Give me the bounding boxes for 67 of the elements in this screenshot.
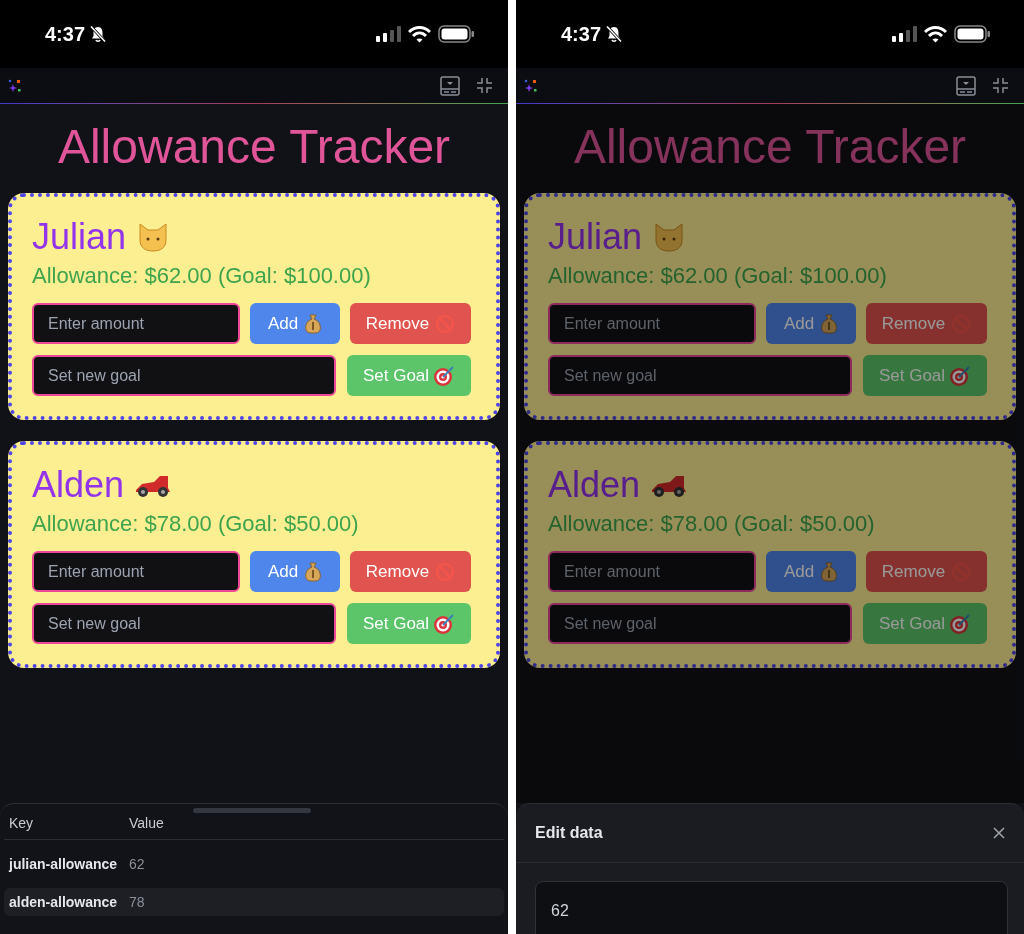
set-goal-button[interactable]: Set Goal bbox=[347, 603, 471, 644]
kid-name: Julian bbox=[548, 217, 643, 257]
target-icon bbox=[433, 612, 456, 635]
goal-field[interactable]: Set new goal bbox=[548, 355, 852, 396]
wifi-icon bbox=[924, 25, 947, 43]
column-header: Key bbox=[8, 814, 35, 833]
signal-icon bbox=[892, 26, 917, 42]
signal-icon bbox=[376, 26, 401, 42]
add-button[interactable]: Add bbox=[250, 303, 340, 344]
money-bag-icon bbox=[820, 561, 839, 582]
key-cell-text: alden-allowance bbox=[8, 892, 119, 912]
amount-field[interactable]: Enter amount bbox=[32, 551, 240, 592]
allowance-text: Allowance: $62.00 (Goal: $100.00) bbox=[32, 262, 372, 290]
amount-field[interactable]: Enter amount bbox=[548, 303, 756, 344]
data-row[interactable]: julian-allowance 62 bbox=[4, 850, 504, 878]
target-icon bbox=[949, 612, 972, 635]
status-time: 4:37 bbox=[561, 22, 602, 47]
battery-icon bbox=[438, 25, 475, 43]
data-row[interactable]: alden-allowance 78 bbox=[4, 888, 504, 916]
sparkle-icon bbox=[524, 78, 537, 93]
collapse-icon bbox=[476, 77, 493, 94]
money-bag-icon bbox=[820, 313, 839, 334]
value-cell-text: 62 bbox=[129, 854, 145, 874]
allowance-text: Allowance: $78.00 (Goal: $50.00) bbox=[548, 510, 876, 538]
remove-button[interactable]: Remove bbox=[350, 303, 471, 344]
status-time: 4:37 bbox=[45, 22, 86, 47]
allowance-text: Allowance: $78.00 (Goal: $50.00) bbox=[32, 510, 360, 538]
remove-button[interactable]: Remove bbox=[350, 551, 471, 592]
amount-field[interactable]: Enter amount bbox=[32, 303, 240, 344]
remove-button[interactable]: Remove bbox=[866, 551, 987, 592]
goal-field[interactable]: Set new goal bbox=[548, 603, 852, 644]
sparkle-icon bbox=[8, 78, 21, 93]
set-goal-button[interactable]: Set Goal bbox=[863, 355, 987, 396]
value-cell-text: 78 bbox=[129, 892, 145, 912]
panel-icon bbox=[440, 75, 460, 96]
allowance-text: Allowance: $62.00 (Goal: $100.00) bbox=[548, 262, 888, 290]
add-button[interactable]: Add bbox=[766, 303, 856, 344]
set-goal-button[interactable]: Set Goal bbox=[347, 355, 471, 396]
app-title: Allowance Tracker bbox=[572, 119, 968, 175]
bell-slash-icon bbox=[89, 25, 108, 43]
goal-field[interactable]: Set new goal bbox=[32, 355, 336, 396]
close-icon bbox=[993, 827, 1005, 839]
kid-name: Julian bbox=[32, 217, 127, 257]
kid-name: Alden bbox=[548, 465, 641, 505]
bell-slash-icon bbox=[605, 25, 624, 43]
wifi-icon bbox=[408, 25, 431, 43]
add-button[interactable]: Add bbox=[250, 551, 340, 592]
remove-button[interactable]: Remove bbox=[866, 303, 987, 344]
target-icon bbox=[433, 364, 456, 387]
money-bag-icon bbox=[304, 561, 323, 582]
target-icon bbox=[949, 364, 972, 387]
column-header: Value bbox=[129, 814, 164, 833]
value-field[interactable]: 62 bbox=[535, 881, 1008, 934]
add-button[interactable]: Add bbox=[766, 551, 856, 592]
amount-field[interactable]: Enter amount bbox=[548, 551, 756, 592]
set-goal-button[interactable]: Set Goal bbox=[863, 603, 987, 644]
collapse-icon bbox=[992, 77, 1009, 94]
close-button[interactable] bbox=[991, 825, 1007, 841]
app-title: Allowance Tracker bbox=[56, 119, 452, 175]
money-bag-icon bbox=[304, 313, 323, 334]
key-cell-text: julian-allowance bbox=[7, 854, 119, 874]
goal-field[interactable]: Set new goal bbox=[32, 603, 336, 644]
panel-icon bbox=[956, 75, 976, 96]
kid-name: Alden bbox=[32, 465, 125, 505]
drag-handle[interactable] bbox=[193, 808, 311, 813]
sheet-title: Edit data bbox=[535, 823, 603, 843]
battery-icon bbox=[954, 25, 991, 43]
